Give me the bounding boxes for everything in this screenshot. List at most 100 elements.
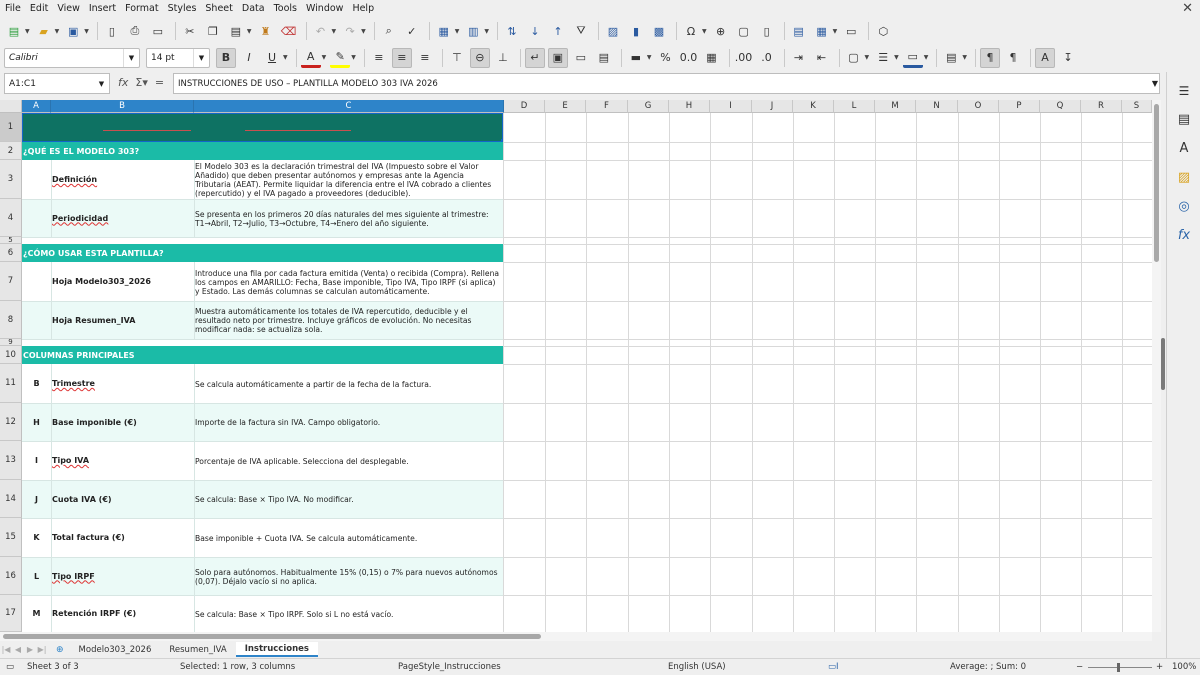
merge-center-icon[interactable]: ▣ xyxy=(547,47,568,68)
menu-styles[interactable]: Styles xyxy=(168,3,197,14)
percent-format-icon[interactable]: % xyxy=(656,48,676,68)
sum-icon[interactable]: Σ▾ xyxy=(135,76,147,89)
styles-icon[interactable]: A xyxy=(1167,134,1200,163)
row-description[interactable]: Importe de la factura sin IVA. Campo obl… xyxy=(194,403,503,441)
section-header[interactable]: ¿QUÉ ES EL MODELO 303? xyxy=(22,142,503,160)
open-folder-icon[interactable]: ▰ xyxy=(34,21,54,41)
chevron-down-icon[interactable]: ▼ xyxy=(351,54,356,61)
column-icon[interactable]: ▥ xyxy=(463,21,483,41)
last-sheet-icon[interactable]: ▶| xyxy=(36,645,48,654)
split-window-icon[interactable]: ▭ xyxy=(841,21,861,41)
align-bottom-icon[interactable]: ⊥ xyxy=(493,48,513,68)
conditional-format-icon[interactable]: ▤ xyxy=(941,48,961,68)
align-middle-icon[interactable]: ⊖ xyxy=(469,47,490,68)
menu-edit[interactable]: Edit xyxy=(30,3,48,14)
text-orientation-icon[interactable]: ↧ xyxy=(1058,48,1078,68)
column-header-n[interactable]: N xyxy=(916,100,958,113)
row-description[interactable]: Se calcula automáticamente a partir de l… xyxy=(194,364,503,403)
row-header-7[interactable]: 7 xyxy=(0,262,22,301)
menu-view[interactable]: View xyxy=(57,3,80,14)
row-description[interactable]: Se presenta en los primeros 20 días natu… xyxy=(194,199,503,237)
spreadsheet-grid[interactable]: A B C D E F G H I J K L M N O P Q R S 1 … xyxy=(0,100,1152,632)
row-label[interactable]: Cuota IVA (€) xyxy=(51,480,194,518)
unmerge-cells-icon[interactable]: ▤ xyxy=(594,48,614,68)
column-key[interactable]: J xyxy=(22,480,51,518)
new-document-icon[interactable]: ▤ xyxy=(4,21,24,41)
row-label[interactable]: Tipo IRPF xyxy=(51,557,194,595)
comment-icon[interactable]: ▢ xyxy=(734,21,754,41)
column-key[interactable]: B xyxy=(22,364,51,403)
chevron-down-icon[interactable]: ▼ xyxy=(924,54,929,61)
row-header-13[interactable]: 13 xyxy=(0,441,22,480)
chevron-down-icon[interactable]: ▼ xyxy=(484,28,489,35)
align-top-icon[interactable]: ⊤ xyxy=(447,48,467,68)
date-format-icon[interactable]: ▦ xyxy=(702,48,722,68)
sort-ascending-icon[interactable]: ↓ xyxy=(525,21,545,41)
page-style[interactable]: PageStyle_Instrucciones xyxy=(398,662,501,672)
row-label[interactable]: Total factura (€) xyxy=(51,518,194,557)
row-header-2[interactable]: 2 xyxy=(0,142,22,160)
row-label[interactable]: Hoja Modelo303_2026 xyxy=(51,262,194,301)
row-description[interactable]: Se calcula: Base × Tipo IRPF. Solo si L … xyxy=(194,595,503,632)
vertical-scrollbar[interactable] xyxy=(1152,100,1161,632)
font-name-combo[interactable]: Calibri ▼ xyxy=(4,47,140,68)
align-right-icon[interactable]: ≡ xyxy=(415,48,435,68)
chevron-down-icon[interactable]: ▼ xyxy=(322,54,327,61)
sort-descending-icon[interactable]: ↑ xyxy=(548,21,568,41)
column-header-j[interactable]: J xyxy=(752,100,793,113)
functions-icon[interactable]: fx xyxy=(1167,221,1200,250)
function-wizard-icon[interactable]: fx xyxy=(118,76,128,89)
zoom-slider[interactable] xyxy=(1088,667,1152,668)
underline-icon[interactable]: U xyxy=(262,48,282,68)
print-icon[interactable]: ⎙ xyxy=(125,21,145,41)
chevron-down-icon[interactable]: ▼ xyxy=(332,28,337,35)
chevron-down-icon[interactable]: ▼ xyxy=(94,74,109,93)
zoom-slider-knob[interactable] xyxy=(1117,663,1120,672)
align-center-icon[interactable]: ≡ xyxy=(391,47,412,68)
tab-resumen-iva[interactable]: Resumen_IVA xyxy=(160,642,235,657)
chevron-down-icon[interactable]: ▼ xyxy=(962,54,967,61)
chevron-down-icon[interactable]: ▼ xyxy=(865,54,870,61)
insert-chart-icon[interactable]: ▮ xyxy=(626,21,646,41)
column-header-f[interactable]: F xyxy=(586,100,628,113)
column-header-e[interactable]: E xyxy=(545,100,586,113)
border-color-icon[interactable]: ▭ xyxy=(902,48,923,68)
navigator-icon[interactable]: ◎ xyxy=(1167,192,1200,221)
zoom-level[interactable]: 100% xyxy=(1172,662,1196,672)
chevron-down-icon[interactable]: ▼ xyxy=(247,28,252,35)
language[interactable]: English (USA) xyxy=(668,662,726,672)
selection-mode-icon[interactable]: ▭I xyxy=(828,662,839,672)
menu-data[interactable]: Data xyxy=(242,3,265,14)
copy-icon[interactable]: ❐ xyxy=(203,21,223,41)
chevron-down-icon[interactable]: ▼ xyxy=(361,28,366,35)
column-header-k[interactable]: K xyxy=(793,100,834,113)
chevron-down-icon[interactable]: ▼ xyxy=(283,54,288,61)
column-header-i[interactable]: I xyxy=(710,100,752,113)
column-header-q[interactable]: Q xyxy=(1040,100,1081,113)
border-style-icon[interactable]: ☰ xyxy=(873,48,893,68)
row-description[interactable]: Muestra automáticamente los totales de I… xyxy=(194,301,503,339)
row-label[interactable]: Retención IRPF (€) xyxy=(51,595,194,632)
properties-icon[interactable]: ▤ xyxy=(1167,105,1200,134)
freeze-rows-columns-icon[interactable]: ▦ xyxy=(812,21,832,41)
section-header[interactable]: COLUMNAS PRINCIPALES xyxy=(22,346,503,364)
row-header-5[interactable]: 5 xyxy=(0,236,22,244)
hyperlink-icon[interactable]: ⊕ xyxy=(711,21,731,41)
formula-input[interactable]: INSTRUCCIONES DE USO – PLANTILLA MODELO … xyxy=(173,73,1160,94)
chevron-down-icon[interactable]: ▼ xyxy=(894,54,899,61)
sidebar-resize-handle[interactable] xyxy=(1161,338,1165,390)
row-header-15[interactable]: 15 xyxy=(0,518,22,557)
export-pdf-icon[interactable]: ▯ xyxy=(102,21,122,41)
delete-decimal-icon[interactable]: .0 xyxy=(757,48,777,68)
chevron-down-icon[interactable]: ▼ xyxy=(455,28,460,35)
row-header-1[interactable]: 1 xyxy=(0,113,22,142)
undo-icon[interactable]: ↶ xyxy=(311,21,331,41)
column-header-a[interactable]: A xyxy=(22,100,51,113)
highlight-color-icon[interactable]: ✎ xyxy=(330,48,351,68)
column-header-b[interactable]: B xyxy=(51,100,194,113)
menu-tools[interactable]: Tools xyxy=(274,3,297,14)
formula-icon[interactable]: = xyxy=(155,76,164,89)
gallery-icon[interactable]: ▨ xyxy=(1167,163,1200,192)
row-header-10[interactable]: 10 xyxy=(0,346,22,364)
row-header-6[interactable]: 6 xyxy=(0,244,22,262)
